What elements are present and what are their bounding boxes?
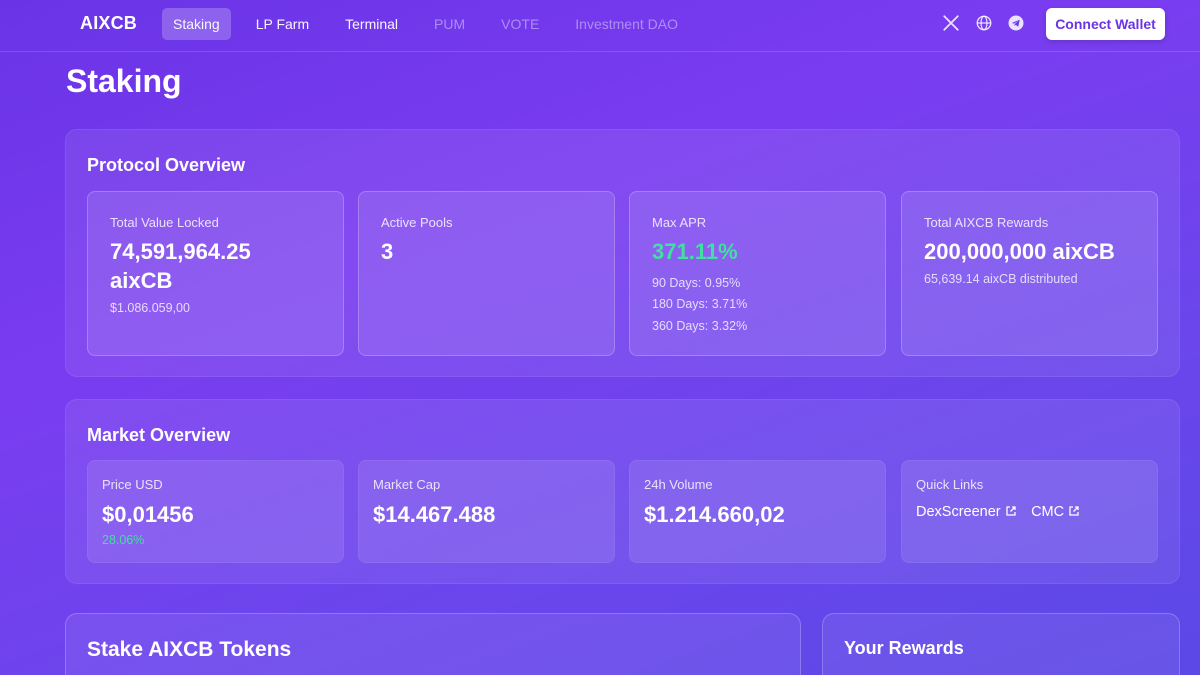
price-value: $0,01456	[102, 502, 194, 527]
logo[interactable]: AIXCB	[80, 13, 137, 34]
tvl-card: Total Value Locked 74,591,964.25 aixCB $…	[87, 191, 344, 356]
external-link-icon	[1005, 506, 1016, 516]
price-label: Price USD	[102, 477, 163, 492]
quick-links-card: Quick Links DexScreener CMC	[901, 460, 1158, 563]
market-cap-card: Market Cap $14.467.488	[358, 460, 615, 563]
volume-label: 24h Volume	[644, 477, 713, 492]
page-title: Staking	[66, 63, 182, 99]
market-cap-label: Market Cap	[373, 477, 441, 492]
max-apr-value: 371.11%	[652, 239, 738, 264]
nav-staking[interactable]: Staking	[162, 8, 231, 40]
active-pools-card: Active Pools 3	[358, 191, 615, 356]
apr-90-days: 90 Days: 0.95%	[652, 276, 741, 290]
tvl-value-line2: aixCB	[110, 268, 173, 293]
market-overview-title: Market Overview	[87, 425, 231, 445]
nav-pum[interactable]: PUM	[423, 8, 476, 40]
telegram-icon[interactable]	[1007, 14, 1025, 32]
tvl-value-line1: 74,591,964.25	[110, 239, 251, 264]
tvl-usd: $1.086.059,00	[110, 301, 190, 315]
active-pools-label: Active Pools	[381, 215, 453, 230]
nav-lp-farm[interactable]: LP Farm	[245, 8, 320, 40]
max-apr-card: Max APR 371.11% 90 Days: 0.95% 180 Days:…	[629, 191, 886, 356]
nav-links: Staking LP Farm Terminal PUM VOTE Invest…	[162, 8, 703, 40]
nav-vote[interactable]: VOTE	[490, 8, 550, 40]
external-link-icon	[1069, 506, 1079, 516]
protocol-overview-section: Protocol Overview Total Value Locked 74,…	[65, 129, 1180, 377]
globe-icon[interactable]	[975, 14, 993, 32]
price-change: 28.06%	[102, 533, 145, 547]
quick-links-label: Quick Links	[916, 477, 984, 492]
nav-investment-dao[interactable]: Investment DAO	[564, 8, 689, 40]
rewards-distributed: 65,639.14 aixCB distributed	[924, 272, 1078, 286]
total-rewards-label: Total AIXCB Rewards	[924, 215, 1049, 230]
protocol-overview-title: Protocol Overview	[87, 155, 246, 175]
stake-title: Stake AIXCB Tokens	[87, 638, 292, 661]
top-navbar: AIXCB Staking LP Farm Terminal PUM VOTE …	[0, 0, 1200, 52]
x-icon[interactable]	[942, 14, 960, 32]
dexscreener-label: DexScreener	[916, 504, 1001, 520]
apr-180-days: 180 Days: 3.71%	[652, 297, 748, 311]
volume-value: $1.214.660,02	[644, 502, 785, 527]
max-apr-label: Max APR	[652, 215, 707, 230]
stake-panel: Stake AIXCB Tokens	[65, 613, 801, 675]
your-rewards-title: Your Rewards	[844, 638, 964, 658]
nav-terminal[interactable]: Terminal	[334, 8, 409, 40]
cmc-link[interactable]: CMC	[1031, 504, 1080, 520]
dexscreener-link[interactable]: DexScreener	[916, 504, 1017, 520]
your-rewards-panel: Your Rewards	[822, 613, 1180, 675]
quick-links-row: DexScreener CMC	[916, 503, 1080, 521]
price-card: Price USD $0,01456 28.06%	[87, 460, 344, 563]
apr-360-days: 360 Days: 3.32%	[652, 319, 748, 333]
market-overview-section: Market Overview Price USD $0,01456 28.06…	[65, 399, 1180, 584]
active-pools-value: 3	[381, 239, 394, 264]
market-cap-value: $14.467.488	[373, 502, 496, 527]
cmc-label: CMC	[1031, 504, 1065, 520]
connect-wallet-button[interactable]: Connect Wallet	[1046, 8, 1165, 40]
total-rewards-value: 200,000,000 aixCB	[924, 239, 1115, 264]
volume-card: 24h Volume $1.214.660,02	[629, 460, 886, 563]
total-rewards-card: Total AIXCB Rewards 200,000,000 aixCB 65…	[901, 191, 1158, 356]
tvl-label: Total Value Locked	[110, 215, 219, 230]
